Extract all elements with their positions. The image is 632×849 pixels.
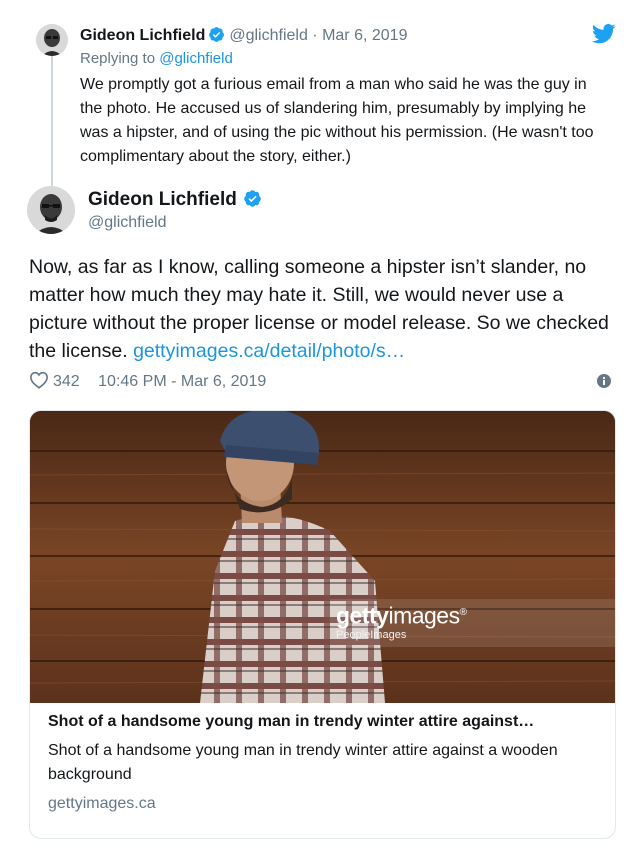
parent-tweet-text: We promptly got a furious email from a m… <box>80 76 594 165</box>
main-tweet-text: Now, as far as I know, calling someone a… <box>29 253 619 365</box>
main-avatar[interactable] <box>27 186 75 234</box>
tweet-link[interactable]: gettyimages.ca/detail/photo/s… <box>133 340 405 362</box>
card-title[interactable]: Shot of a handsome young man in trendy w… <box>48 711 603 733</box>
card-description: Shot of a handsome young man in trendy w… <box>48 742 558 783</box>
verified-badge-icon <box>244 190 261 207</box>
heart-icon[interactable] <box>29 371 49 389</box>
parent-handle[interactable]: @glichfield <box>229 27 308 44</box>
getty-watermark: gettyimages® <box>336 602 467 629</box>
twitter-bird-icon[interactable] <box>592 24 616 44</box>
replying-to: Replying to @glichfield <box>80 50 233 67</box>
parent-author-name[interactable]: Gideon Lichfield <box>80 27 205 44</box>
getty-watermark-sub: PeopleImages <box>336 629 407 641</box>
parent-tweet-header: Gideon Lichfield @glichfield · Mar 6, 201… <box>80 26 407 46</box>
like-count[interactable]: 342 <box>53 373 80 390</box>
parent-separator: · <box>312 27 318 44</box>
thread-connector-line <box>51 56 53 186</box>
main-handle[interactable]: @glichfield <box>88 214 167 232</box>
parent-avatar[interactable] <box>36 24 68 56</box>
card-image: gettyimages® PeopleImages <box>30 411 615 703</box>
link-preview-card[interactable]: gettyimages® PeopleImages Shot of a hand… <box>29 410 616 839</box>
tweet-stats: 342 10:46 PM - Mar 6, 2019 <box>29 371 266 392</box>
card-domain: gettyimages.ca <box>48 795 156 812</box>
verified-badge-icon <box>209 27 225 42</box>
card-body: Shot of a handsome young man in trendy w… <box>48 711 603 815</box>
info-icon[interactable] <box>597 374 611 388</box>
main-author-line: Gideon Lichfield <box>88 188 266 212</box>
replying-to-handle-link[interactable]: @glichfield <box>159 50 233 67</box>
replying-to-prefix: Replying to <box>80 50 156 67</box>
parent-date[interactable]: Mar 6, 2019 <box>322 27 407 44</box>
main-author-name[interactable]: Gideon Lichfield <box>88 189 237 210</box>
tweet-timestamp[interactable]: 10:46 PM - Mar 6, 2019 <box>98 373 266 390</box>
